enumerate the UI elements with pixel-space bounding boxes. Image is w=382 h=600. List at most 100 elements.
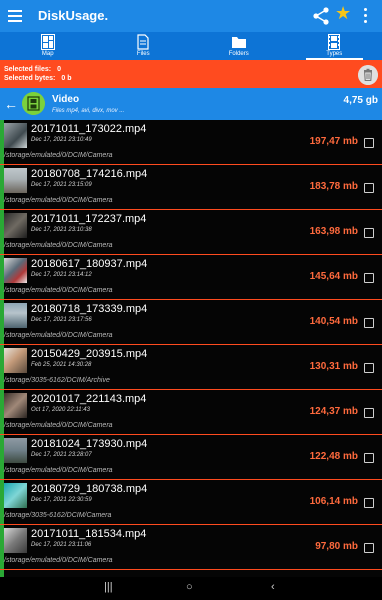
hamburger-icon[interactable] [8, 8, 22, 24]
file-size: 145,64 mb [309, 271, 358, 282]
selected-bytes: Selected bytes: 0 b [4, 75, 71, 82]
tab-label: Map [41, 51, 54, 57]
tab-label: Folders [228, 51, 249, 57]
file-name: 20180708_174216.mp4 [31, 168, 148, 180]
tab-types[interactable]: Types [287, 32, 382, 60]
file-name: 20171011_172237.mp4 [31, 213, 147, 225]
file-list: 20171011_173022.mp4 Dec 17, 2021 23:10:4… [0, 120, 382, 577]
file-name: 20180729_180738.mp4 [31, 483, 148, 495]
folder-subtitle: Files mp4, avi, divx, mov ... [52, 108, 125, 114]
share-icon[interactable] [312, 6, 330, 26]
file-name: 20181024_173930.mp4 [31, 438, 148, 450]
folder-header: ← Video Files mp4, avi, divx, mov ... 4,… [0, 88, 382, 120]
list-item[interactable]: 20180729_180738.mp4 Dec 17, 2021 22:30:5… [0, 480, 382, 525]
list-item[interactable]: 20150429_203915.mp4 Feb 25, 2021 14:30:2… [0, 345, 382, 390]
home-button[interactable]: ○ [186, 581, 193, 593]
tab-label: Files [136, 51, 150, 57]
select-checkbox[interactable] [364, 183, 374, 193]
file-date: Dec 17, 2021 23:17:56 [31, 317, 92, 323]
video-thumbnail [4, 123, 27, 148]
file-path: /storage/3035-6162/DCIM/Camera [4, 512, 112, 519]
system-nav-bar: ||| ○ ‹ [0, 577, 382, 600]
list-item[interactable]: 20180708_174216.mp4 Dec 17, 2021 23:15:0… [0, 165, 382, 210]
file-date: Dec 17, 2021 23:10:38 [31, 227, 92, 233]
video-thumbnail [4, 213, 27, 238]
selected-files-value: 0 [57, 66, 61, 73]
tab-folders[interactable]: Folders [191, 32, 287, 60]
file-path: /storage/emulated/0/DCIM/Camera [4, 152, 113, 159]
file-path: /storage/emulated/0/DCIM/Camera [4, 557, 113, 564]
more-vert-icon[interactable] [364, 8, 368, 24]
file-date: Dec 17, 2021 22:30:59 [31, 497, 92, 503]
file-size: 140,54 mb [309, 316, 358, 327]
file-path: /storage/emulated/0/DCIM/Camera [4, 287, 113, 294]
file-path: /storage/emulated/0/DCIM/Camera [4, 422, 113, 429]
file-name: 20171011_181534.mp4 [31, 528, 147, 540]
list-item[interactable]: 20180617_180937.mp4 Dec 17, 2021 23:14:1… [0, 255, 382, 300]
folder-name: Video [52, 94, 80, 105]
select-checkbox[interactable] [364, 138, 374, 148]
file-size: 197,47 mb [309, 136, 358, 147]
video-thumbnail [4, 483, 27, 508]
recents-button[interactable]: ||| [104, 581, 113, 593]
select-checkbox[interactable] [364, 453, 374, 463]
star-icon[interactable]: ★ [335, 3, 351, 24]
video-type-icon [22, 92, 45, 115]
file-path: /storage/emulated/0/DCIM/Camera [4, 242, 113, 249]
list-item[interactable]: 20171011_172237.mp4 Dec 17, 2021 23:10:3… [0, 210, 382, 255]
tab-files[interactable]: Files [96, 32, 192, 60]
map-icon [40, 34, 55, 50]
file-path: /storage/emulated/0/DCIM/Camera [4, 467, 113, 474]
video-thumbnail [4, 393, 27, 418]
select-checkbox[interactable] [364, 318, 374, 328]
app-title: DiskUsage. [38, 8, 109, 23]
file-date: Dec 17, 2021 23:11:06 [31, 542, 92, 548]
list-item[interactable]: 20180718_173339.mp4 Dec 17, 2021 23:17:5… [0, 300, 382, 345]
selected-bytes-label: Selected bytes: [4, 75, 56, 82]
back-arrow-icon[interactable]: ← [4, 96, 18, 112]
video-thumbnail [4, 528, 27, 553]
file-date: Dec 17, 2021 23:10:49 [31, 137, 92, 143]
file-date: Oct 17, 2020 22:11:43 [31, 407, 90, 413]
file-size: 97,80 mb [315, 541, 358, 552]
film-icon [328, 34, 341, 50]
size-bar [0, 570, 4, 577]
list-item[interactable]: 20171011_173022.mp4 Dec 17, 2021 23:10:4… [0, 120, 382, 165]
select-checkbox[interactable] [364, 543, 374, 553]
file-path: /storage/emulated/0/DCIM/Camera [4, 332, 113, 339]
selected-bytes-value: 0 b [61, 75, 72, 82]
list-item[interactable]: 20181024_173930.mp4 Dec 17, 2021 23:28:0… [0, 435, 382, 480]
file-name: 20180718_173339.mp4 [31, 303, 148, 315]
select-checkbox[interactable] [364, 273, 374, 283]
select-checkbox[interactable] [364, 228, 374, 238]
file-name: 20171011_173022.mp4 [31, 123, 147, 135]
app-bar: DiskUsage. ★ [0, 0, 382, 32]
selection-bar: Selected files: 0 Selected bytes: 0 b [0, 60, 382, 88]
list-item-partial[interactable] [0, 570, 382, 577]
file-size: 122,48 mb [309, 451, 358, 462]
folder-size: 4,75 gb [343, 95, 378, 106]
file-path: /storage/emulated/0/DCIM/Camera [4, 197, 113, 204]
video-thumbnail [4, 348, 27, 373]
list-item[interactable]: 20201017_221143.mp4 Oct 17, 2020 22:11:4… [0, 390, 382, 435]
back-button[interactable]: ‹ [271, 581, 275, 593]
tab-label: Types [326, 51, 343, 57]
select-checkbox[interactable] [364, 498, 374, 508]
tab-map[interactable]: Map [0, 32, 96, 60]
list-item[interactable]: 20171011_181534.mp4 Dec 17, 2021 23:11:0… [0, 525, 382, 570]
file-size: 124,37 mb [309, 406, 358, 417]
select-checkbox[interactable] [364, 363, 374, 373]
file-size: 106,14 mb [309, 496, 358, 507]
select-checkbox[interactable] [364, 408, 374, 418]
tab-bar: Map Files Folders Types [0, 32, 382, 60]
file-size: 183,78 mb [309, 181, 358, 192]
video-thumbnail [4, 303, 27, 328]
file-size: 130,31 mb [309, 361, 358, 372]
video-thumbnail [4, 258, 27, 283]
file-name: 20180617_180937.mp4 [31, 258, 148, 270]
file-name: 20201017_221143.mp4 [31, 393, 147, 405]
file-path: /storage/3035-6162/DCIM/Archive [4, 377, 110, 384]
video-thumbnail [4, 438, 27, 463]
file-size: 163,98 mb [309, 226, 358, 237]
trash-icon[interactable] [358, 65, 378, 85]
